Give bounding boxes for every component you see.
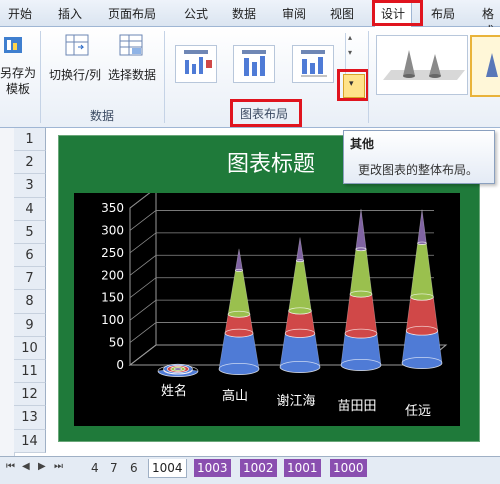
tooltip-body: 更改图表的整体布局。 — [358, 163, 479, 177]
y-tick-label: 100 — [101, 313, 124, 327]
chart-title[interactable]: 图表标题 — [227, 146, 315, 178]
cone-segment — [344, 294, 378, 339]
group-separator — [368, 31, 369, 123]
row-header[interactable]: 1 — [14, 128, 46, 152]
cone-chart: 0 50 100 150 200 250 300 350 姓名 高山 谢江海 苗田田 任远 — [101, 186, 448, 419]
save-as-template-button[interactable]: 另存为 模板 — [0, 65, 36, 97]
sheet-tab[interactable]: 7 — [107, 459, 121, 477]
ribbon-tab-bar: 开始 插入 页面布局 公式 数据 审阅 视图 设计 布局 格式 — [0, 0, 500, 38]
row-header[interactable]: 3 — [14, 174, 46, 198]
sheet-tab[interactable]: 6 — [127, 459, 141, 477]
cone-segment — [288, 260, 312, 315]
last-sheet-icon[interactable]: ⏭ — [54, 461, 63, 472]
save-template-icon — [2, 33, 26, 57]
y-tick-label: 250 — [101, 246, 124, 260]
cone-segment — [284, 310, 316, 338]
chart-style-option-2[interactable] — [470, 35, 500, 97]
prev-sheet-icon[interactable]: ◀ — [22, 461, 30, 472]
sheet-tab[interactable]: 1004 — [148, 459, 187, 478]
group-separator — [40, 31, 41, 123]
tab-layout[interactable]: 布局 — [431, 5, 455, 22]
row-header[interactable]: 7 — [14, 267, 46, 291]
y-tick-label: 0 — [116, 358, 124, 372]
sheet-tab[interactable]: 1002 — [240, 459, 277, 477]
tab-review[interactable]: 审阅 — [282, 5, 306, 22]
tab-data[interactable]: 数据 — [232, 5, 256, 22]
gridline — [129, 254, 434, 276]
y-tick-label: 350 — [101, 201, 124, 215]
data-group-label: 数据 — [89, 109, 114, 123]
gridline — [129, 232, 434, 254]
category-label: 高山 — [222, 388, 248, 404]
ribbon-body: 另存为 模板 切换行/列 选择数据 数据 ▴ ▾ ▾ 图表布局 — [0, 27, 500, 128]
row-header[interactable]: 10 — [14, 336, 46, 360]
sheet-tab[interactable]: 1003 — [194, 459, 231, 477]
select-data-button[interactable]: 选择数据 — [104, 67, 160, 83]
row-header[interactable]: 4 — [14, 197, 46, 221]
row-header[interactable]: 8 — [14, 290, 46, 314]
gridline — [129, 187, 434, 209]
category-label: 谢江海 — [276, 393, 315, 409]
chart-style-option-1[interactable] — [376, 35, 468, 95]
chart-layout-option-2[interactable] — [233, 45, 275, 83]
sheet-tab[interactable]: 4 — [88, 459, 102, 477]
gridline — [129, 277, 434, 299]
tab-formulas[interactable]: 公式 — [184, 5, 208, 22]
y-tick-label: 50 — [109, 336, 124, 350]
category-label: 姓名 — [161, 383, 187, 399]
y-tick-label: 300 — [101, 223, 124, 237]
flat-disc — [174, 367, 182, 371]
next-sheet-icon[interactable]: ▶ — [38, 461, 46, 472]
switch-row-column-icon — [64, 33, 90, 59]
tab-insert[interactable]: 插入 — [58, 5, 82, 22]
cone-segment — [340, 333, 382, 371]
cone-segment — [296, 237, 304, 262]
switch-row-column-button[interactable]: 切换行/列 — [44, 67, 106, 83]
gridline — [129, 299, 434, 321]
row-header[interactable]: 6 — [14, 244, 46, 268]
row-header[interactable]: 5 — [14, 220, 46, 244]
cone-segment — [355, 208, 367, 251]
chart-layouts-label-highlight — [230, 99, 302, 127]
cone-segment — [417, 209, 427, 245]
sheet-tab[interactable]: 1000 — [330, 459, 367, 477]
group-separator — [164, 31, 165, 123]
cone-segment — [410, 243, 434, 301]
category-label: 苗田田 — [337, 399, 376, 414]
cone-segment — [405, 296, 439, 336]
chart-layout-option-3[interactable] — [292, 45, 334, 83]
cone-segment — [218, 333, 260, 375]
cone-segment — [401, 330, 443, 369]
select-data-icon — [118, 33, 144, 59]
row-header[interactable]: 13 — [14, 406, 46, 430]
tab-view[interactable]: 视图 — [330, 5, 354, 22]
category-label: 任远 — [405, 404, 431, 419]
row-header[interactable]: 2 — [14, 151, 46, 175]
sheet-tab[interactable]: 1001 — [284, 459, 321, 477]
tooltip-title: 其他 — [350, 137, 375, 151]
row-header[interactable]: 12 — [14, 383, 46, 407]
gridline — [129, 210, 434, 231]
sheet-tab-bar: ⏮ ◀ ▶ ⏭ 4 7 6 1004 1003 1002 1001 1000 — [0, 456, 500, 484]
gridline — [129, 322, 434, 343]
first-sheet-icon[interactable]: ⏮ — [6, 461, 15, 472]
plot-area[interactable]: 0 50 100 150 200 250 300 350 姓名 高山 谢江海 苗田田 任远 — [74, 186, 460, 426]
cone-segment — [279, 333, 321, 373]
y-tick-label: 200 — [101, 268, 124, 282]
row-header[interactable]: 14 — [14, 429, 46, 453]
row-header[interactable]: 9 — [14, 313, 46, 337]
row-header[interactable]: 11 — [14, 360, 46, 384]
tab-page-layout[interactable]: 页面布局 — [108, 5, 156, 22]
left-gutter — [0, 128, 15, 456]
more-button-highlight — [337, 69, 369, 101]
cone-segment — [349, 249, 373, 298]
cone-segment — [235, 248, 243, 272]
design-tab-highlight — [372, 0, 423, 26]
y-tick-label: 150 — [101, 291, 124, 305]
more-layouts-tooltip: 其他 更改图表的整体布局。 — [343, 130, 495, 184]
tab-home[interactable]: 开始 — [8, 5, 32, 22]
chart-layout-option-1[interactable] — [175, 45, 217, 83]
